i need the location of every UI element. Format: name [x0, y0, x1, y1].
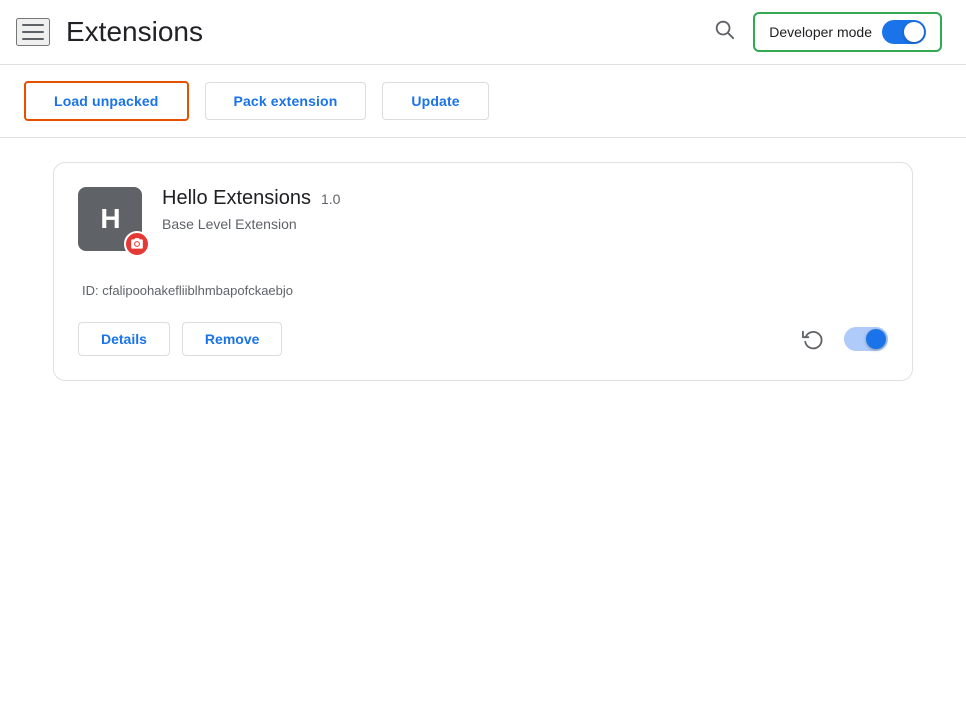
developer-mode-label: Developer mode — [769, 24, 872, 40]
toggle-thumb — [904, 22, 924, 42]
page-title: Extensions — [66, 16, 203, 48]
remove-button[interactable]: Remove — [182, 322, 282, 356]
extension-name: Hello Extensions — [162, 187, 311, 210]
menu-bar-1 — [22, 24, 44, 26]
extension-description: Base Level Extension — [162, 216, 888, 232]
developer-mode-container: Developer mode — [753, 12, 942, 52]
toolbar-divider — [0, 137, 966, 138]
header-left: Extensions — [16, 16, 203, 48]
pack-extension-button[interactable]: Pack extension — [205, 82, 367, 120]
toolbar: Load unpacked Pack extension Update — [0, 65, 966, 137]
card-actions: Details Remove — [78, 322, 888, 356]
extension-name-row: Hello Extensions 1.0 — [162, 187, 888, 210]
extension-id: ID: cfalipoohakefliiblhmbapofckaebjo — [78, 283, 888, 298]
load-unpacked-button[interactable]: Load unpacked — [24, 81, 189, 121]
update-button[interactable]: Update — [382, 82, 488, 120]
developer-mode-toggle[interactable] — [882, 20, 926, 44]
card-top: H Hello Extensions 1.0 Base Level Extens… — [78, 187, 888, 251]
search-button[interactable] — [707, 12, 741, 52]
camera-icon — [130, 237, 144, 251]
header-right: Developer mode — [707, 12, 942, 52]
extension-badge — [124, 231, 150, 257]
extension-toggle-thumb — [866, 329, 886, 349]
extension-info: Hello Extensions 1.0 Base Level Extensio… — [162, 187, 888, 232]
extension-icon-wrapper: H — [78, 187, 142, 251]
reload-icon — [802, 328, 824, 350]
menu-bar-3 — [22, 38, 44, 40]
header: Extensions Developer mode — [0, 0, 966, 65]
main-content: H Hello Extensions 1.0 Base Level Extens… — [0, 162, 966, 381]
extension-version: 1.0 — [321, 191, 340, 207]
extension-toggle[interactable] — [844, 327, 888, 351]
menu-bar-2 — [22, 31, 44, 33]
menu-icon-button[interactable] — [16, 18, 50, 46]
reload-button[interactable] — [794, 324, 832, 354]
extension-card: H Hello Extensions 1.0 Base Level Extens… — [53, 162, 913, 381]
details-button[interactable]: Details — [78, 322, 170, 356]
